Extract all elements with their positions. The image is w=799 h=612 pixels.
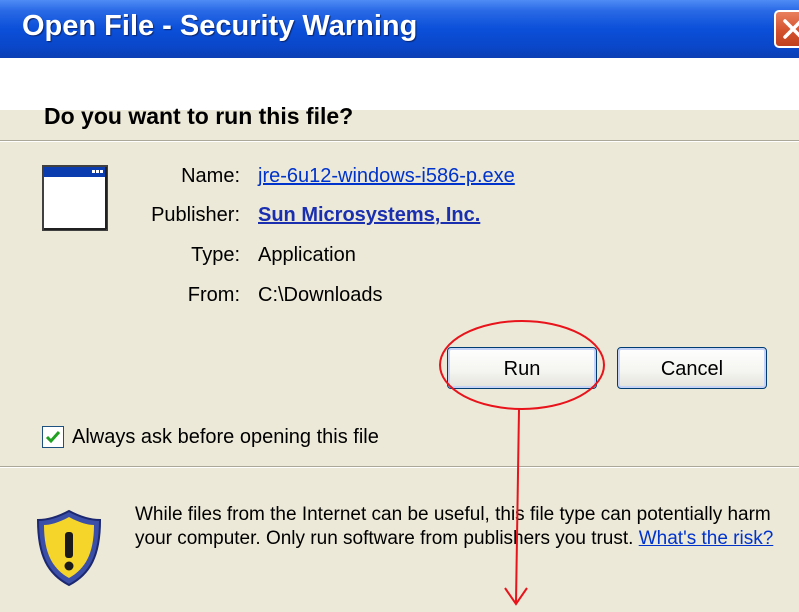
whats-the-risk-link[interactable]: What's the risk? bbox=[639, 528, 774, 549]
cancel-button[interactable]: Cancel bbox=[617, 347, 767, 389]
type-value: Application bbox=[258, 244, 356, 266]
warning-shield-icon bbox=[36, 509, 102, 587]
run-question: Do you want to run this file? bbox=[44, 103, 354, 129]
type-label: Type: bbox=[191, 244, 240, 266]
warning-message: While files from the Internet can be use… bbox=[135, 503, 775, 551]
publisher-link[interactable]: Sun Microsystems, Inc. bbox=[258, 204, 480, 227]
warning-separator bbox=[0, 466, 799, 468]
from-value: C:\Downloads bbox=[258, 284, 383, 306]
always-ask-label[interactable]: Always ask before opening this file bbox=[72, 426, 379, 449]
close-button[interactable] bbox=[774, 10, 799, 48]
window-title: Open File - Security Warning bbox=[22, 10, 418, 42]
publisher-label: Publisher: bbox=[151, 204, 240, 226]
title-bar[interactable]: Open File - Security Warning bbox=[0, 0, 799, 58]
from-label: From: bbox=[187, 284, 240, 306]
file-name-link[interactable]: jre-6u12-windows-i586-p.exe bbox=[258, 165, 515, 188]
header-separator bbox=[0, 140, 799, 142]
run-button[interactable]: Run bbox=[447, 347, 597, 389]
name-label: Name: bbox=[181, 165, 240, 187]
annotation-arrow-head bbox=[504, 587, 528, 606]
checkmark-icon bbox=[45, 431, 61, 444]
security-warning-dialog: Open File - Security Warning Do you want… bbox=[0, 0, 799, 612]
always-ask-checkbox[interactable] bbox=[42, 426, 64, 448]
close-icon bbox=[783, 19, 799, 39]
